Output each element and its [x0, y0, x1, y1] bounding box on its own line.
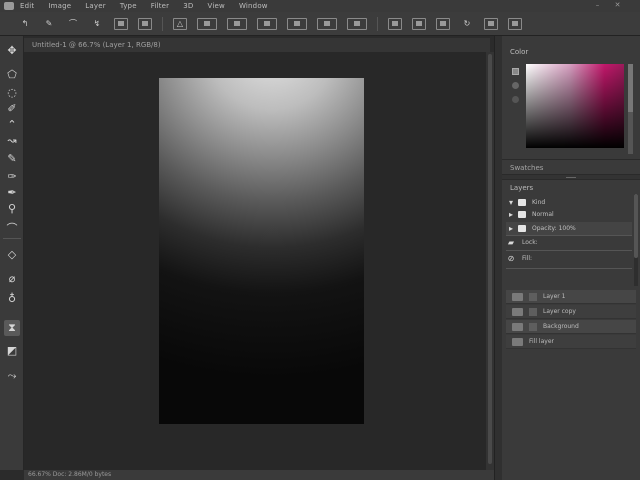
- swatches-panel-label[interactable]: Swatches: [510, 164, 543, 172]
- warp-icon[interactable]: ↻: [460, 18, 474, 30]
- shape-stroke-button[interactable]: [227, 17, 247, 30]
- close-icon[interactable]: ✕: [614, 2, 621, 9]
- menu-type[interactable]: Type: [120, 2, 137, 10]
- layer-mask-icon: [529, 307, 537, 316]
- layers-scrollbar[interactable]: [634, 194, 638, 286]
- chevron-down-icon: ▾: [508, 198, 513, 207]
- option-toggle-4[interactable]: [484, 17, 498, 30]
- layer-thumbnail-icon: [512, 322, 523, 331]
- folder-icon: [518, 199, 526, 206]
- dock-collapse-strip[interactable]: [494, 36, 502, 480]
- healing-tool-icon[interactable]: ✎: [4, 150, 20, 166]
- triangle-shape-button[interactable]: △: [173, 17, 187, 30]
- mode-option-button[interactable]: [114, 17, 128, 30]
- quick-mask-icon[interactable]: ⤳: [4, 368, 20, 384]
- hue-slider[interactable]: [628, 64, 633, 154]
- path-arrangement-button[interactable]: [317, 17, 337, 30]
- menu-filter[interactable]: Filter: [151, 2, 170, 10]
- option-toggle-2[interactable]: [412, 17, 426, 30]
- foreground-color-icon[interactable]: [512, 68, 519, 75]
- align-edges-button[interactable]: [347, 17, 367, 30]
- document-tab-label: Untitled-1 @ 66.7% (Layer 1, RGB/8): [32, 41, 161, 49]
- app-logo-icon[interactable]: [4, 2, 14, 10]
- move-tool-icon[interactable]: ✥: [4, 42, 20, 58]
- folder-icon: [518, 211, 526, 218]
- menu-image[interactable]: Image: [48, 2, 71, 10]
- pen-tool-icon[interactable]: ♁: [4, 290, 20, 306]
- folder-icon: [518, 225, 526, 232]
- tool-preset-icon[interactable]: ↰: [18, 18, 32, 30]
- document-canvas[interactable]: [159, 78, 364, 424]
- status-text: 66.67% Doc: 2.86M/0 bytes: [28, 471, 112, 478]
- layer-mask-icon: [529, 292, 537, 301]
- option-toggle-1[interactable]: [388, 17, 402, 30]
- layer-row-selected[interactable]: ▸ Opacity: 100%: [506, 222, 632, 235]
- path-alignment-button[interactable]: [287, 17, 307, 30]
- eyedropper-tool-icon[interactable]: ↝: [4, 132, 20, 148]
- path-operations-button[interactable]: [257, 17, 277, 30]
- panel-dock: Color Swatches Layers ▾ Kind ▸ Normal ▸ …: [502, 36, 640, 480]
- pressure-icon[interactable]: ↯: [90, 18, 104, 30]
- toolbox: ✥ ⬠ ◌ ✐ ⌃ ↝ ✎ ✑ ✒ ⚲ ⌒ ◇ ⌀ ♁ ⧗ ◩ ⤳: [0, 36, 24, 470]
- chevron-right-icon: ▸: [508, 224, 513, 233]
- minimize-icon[interactable]: –: [594, 2, 601, 9]
- eraser-tool-icon[interactable]: ⌒: [4, 220, 20, 236]
- chevron-right-icon: ▸: [508, 210, 513, 219]
- airbrush-icon[interactable]: ⌒: [66, 18, 80, 30]
- menu-bar: Edit Image Layer Type Filter 3D View Win…: [0, 0, 640, 12]
- crop-tool-icon[interactable]: ⌃: [4, 116, 20, 132]
- cursor-icon: ▰: [507, 238, 515, 247]
- menu-3d[interactable]: 3D: [183, 2, 193, 10]
- color-panel-title[interactable]: Color: [510, 48, 528, 56]
- layer-thumbnail-icon: [512, 337, 523, 346]
- option-toggle-3[interactable]: [436, 17, 450, 30]
- layer-row[interactable]: ▰ Lock:: [506, 236, 632, 249]
- brush-tool-icon[interactable]: ✑: [4, 168, 20, 184]
- brush-option-icon[interactable]: ✎: [42, 18, 56, 30]
- layer-row[interactable]: ⊘ Fill:: [506, 252, 632, 265]
- menu-view[interactable]: View: [208, 2, 225, 10]
- layer-mask-icon: [529, 322, 537, 331]
- menu-window[interactable]: Window: [239, 2, 268, 10]
- gradient-tool-icon[interactable]: ◇: [4, 246, 20, 262]
- menu-edit[interactable]: Edit: [20, 2, 34, 10]
- panel-resize-handle[interactable]: [502, 174, 640, 180]
- marquee-tool-icon[interactable]: ⬠: [4, 66, 20, 82]
- document-tab[interactable]: Untitled-1 @ 66.7% (Layer 1, RGB/8): [24, 38, 490, 52]
- history-brush-tool-icon[interactable]: ⚲: [4, 200, 20, 216]
- swap-color-icon[interactable]: [512, 96, 519, 103]
- status-bar: 66.67% Doc: 2.86M/0 bytes: [24, 470, 494, 480]
- property-row[interactable]: Fill layer: [506, 335, 636, 349]
- options-bar: ↰ ✎ ⌒ ↯ △ ↻: [0, 12, 640, 36]
- lasso-tool-icon[interactable]: ◌: [4, 84, 20, 100]
- background-color-icon[interactable]: [512, 82, 519, 89]
- quick-select-tool-icon[interactable]: ✐: [4, 100, 20, 116]
- shape-fill-button[interactable]: [197, 17, 217, 30]
- layer-thumbnail-icon: [512, 307, 523, 316]
- blur-tool-icon[interactable]: ⌀: [4, 270, 20, 286]
- option-toggle-5[interactable]: [508, 17, 522, 30]
- opacity-option-button[interactable]: [138, 17, 152, 30]
- color-spectrum-picker[interactable]: [526, 64, 624, 148]
- menu-layer[interactable]: Layer: [85, 2, 106, 10]
- layer-row[interactable]: ▸ Normal: [506, 208, 632, 221]
- clone-stamp-tool-icon[interactable]: ✒: [4, 184, 20, 200]
- link-icon: ⊘: [507, 254, 515, 263]
- property-row[interactable]: Layer copy: [506, 305, 636, 319]
- canvas-scrollbar[interactable]: [486, 52, 494, 470]
- property-row[interactable]: Layer 1: [506, 290, 636, 304]
- layer-thumbnail-icon: [512, 292, 523, 301]
- hourglass-tool-icon[interactable]: ⧗: [4, 320, 20, 336]
- canvas-area[interactable]: [24, 52, 486, 470]
- property-row[interactable]: Background: [506, 320, 636, 334]
- color-swatches-icon[interactable]: ◩: [4, 342, 20, 358]
- layers-panel-title[interactable]: Layers: [510, 184, 533, 192]
